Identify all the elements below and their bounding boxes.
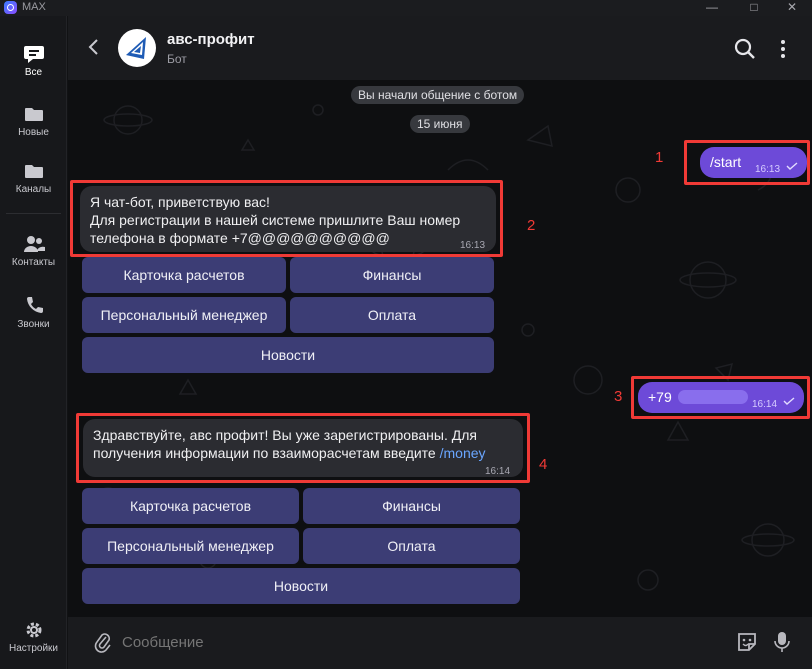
sidebar-item-new[interactable]: Новые xyxy=(0,104,67,138)
sidebar: Все Новые Каналы Контакты Звонки Настрой… xyxy=(0,16,67,669)
bot-button-payment-card[interactable]: Карточка расчетов xyxy=(82,257,286,293)
message-outgoing[interactable]: /start 16:13 xyxy=(700,147,807,178)
search-icon[interactable] xyxy=(734,38,756,60)
close-button[interactable]: ✕ xyxy=(772,0,812,16)
minimize-button[interactable]: — xyxy=(692,0,732,16)
message-time: 16:13 xyxy=(755,164,781,175)
bot-button-payment[interactable]: Оплата xyxy=(303,528,520,564)
message-time: 16:14 xyxy=(485,466,511,477)
chat-header: авс-профит Бот xyxy=(68,16,812,80)
message-line: телефона в формате +7@@@@@@@@@@ xyxy=(90,230,390,246)
maximize-button[interactable]: □ xyxy=(734,0,774,16)
more-options-icon[interactable] xyxy=(778,38,788,60)
microphone-icon[interactable] xyxy=(774,630,790,654)
message-composer xyxy=(68,617,812,669)
sidebar-divider xyxy=(6,213,61,214)
message-time: 16:14 xyxy=(752,399,778,410)
read-check-icon xyxy=(783,397,795,405)
annotation-number: 4 xyxy=(539,456,548,473)
sidebar-item-label: Новые xyxy=(18,127,49,138)
read-check-icon xyxy=(786,162,798,170)
sidebar-item-all[interactable]: Все xyxy=(0,44,67,78)
bot-button-payment-card[interactable]: Карточка расчетов xyxy=(82,488,299,524)
message-outgoing[interactable]: +79 16:14 xyxy=(638,382,804,413)
avatar[interactable] xyxy=(118,29,156,67)
sidebar-item-label: Настройки xyxy=(8,643,59,654)
sticker-icon[interactable] xyxy=(736,631,758,653)
attach-icon[interactable] xyxy=(94,631,112,653)
title-bar: MAX — □ ✕ xyxy=(0,0,812,16)
annotation-number: 1 xyxy=(655,149,664,166)
redacted-phone xyxy=(678,390,748,404)
bot-button-personal-manager[interactable]: Персональный менеджер xyxy=(82,297,286,333)
message-incoming[interactable]: Я чат-бот, приветствую вас! Для регистра… xyxy=(80,186,496,252)
back-arrow-icon[interactable] xyxy=(86,38,100,56)
message-text: +79 xyxy=(648,389,672,405)
message-line: получения информации по взаиморасчетам в… xyxy=(93,445,440,461)
chat-area[interactable]: Вы начали общение с ботом 15 июня 1 /sta… xyxy=(68,80,812,617)
folder-icon xyxy=(24,108,43,121)
bot-button-payment[interactable]: Оплата xyxy=(290,297,494,333)
app-logo-icon xyxy=(4,1,17,14)
annotation-number: 2 xyxy=(527,217,536,234)
sidebar-item-label: Каналы xyxy=(15,184,52,195)
command-link-money[interactable]: /money xyxy=(440,445,486,461)
bot-button-news[interactable]: Новости xyxy=(82,568,520,604)
gear-icon xyxy=(26,622,41,638)
sidebar-item-settings[interactable]: Настройки xyxy=(0,620,67,654)
app-name: MAX xyxy=(22,1,46,13)
message-line: Я чат-бот, приветствую вас! xyxy=(90,194,270,210)
contacts-icon xyxy=(23,236,45,252)
sidebar-item-calls[interactable]: Звонки xyxy=(0,296,67,330)
system-notice: Вы начали общение с ботом xyxy=(351,86,525,104)
folder-icon xyxy=(24,165,43,178)
sidebar-item-label: Звонки xyxy=(17,319,50,330)
message-input[interactable] xyxy=(122,631,682,653)
date-separator: 15 июня xyxy=(410,115,470,133)
message-line: Для регистрации в нашей системе пришлите… xyxy=(90,212,461,228)
bot-button-finance[interactable]: Финансы xyxy=(290,257,494,293)
chat-bubble-icon xyxy=(23,46,44,63)
message-incoming[interactable]: Здравствуйте, авс профит! Вы уже зарегис… xyxy=(83,419,523,477)
chat-subtitle: Бот xyxy=(167,52,187,66)
sidebar-item-label: Все xyxy=(24,67,43,78)
chat-title: авс-профит xyxy=(167,31,255,48)
bot-logo-icon xyxy=(126,37,146,59)
message-line: Здравствуйте, авс профит! Вы уже зарегис… xyxy=(93,427,477,443)
sidebar-item-contacts[interactable]: Контакты xyxy=(0,234,67,268)
bot-button-personal-manager[interactable]: Персональный менеджер xyxy=(82,528,299,564)
sidebar-item-label: Контакты xyxy=(11,257,56,268)
message-time: 16:13 xyxy=(460,240,486,251)
phone-icon xyxy=(26,297,43,313)
bot-button-news[interactable]: Новости xyxy=(82,337,494,373)
bot-button-finance[interactable]: Финансы xyxy=(303,488,520,524)
message-text: /start xyxy=(710,154,742,170)
annotation-number: 3 xyxy=(614,388,623,405)
sidebar-item-channels[interactable]: Каналы xyxy=(0,161,67,195)
